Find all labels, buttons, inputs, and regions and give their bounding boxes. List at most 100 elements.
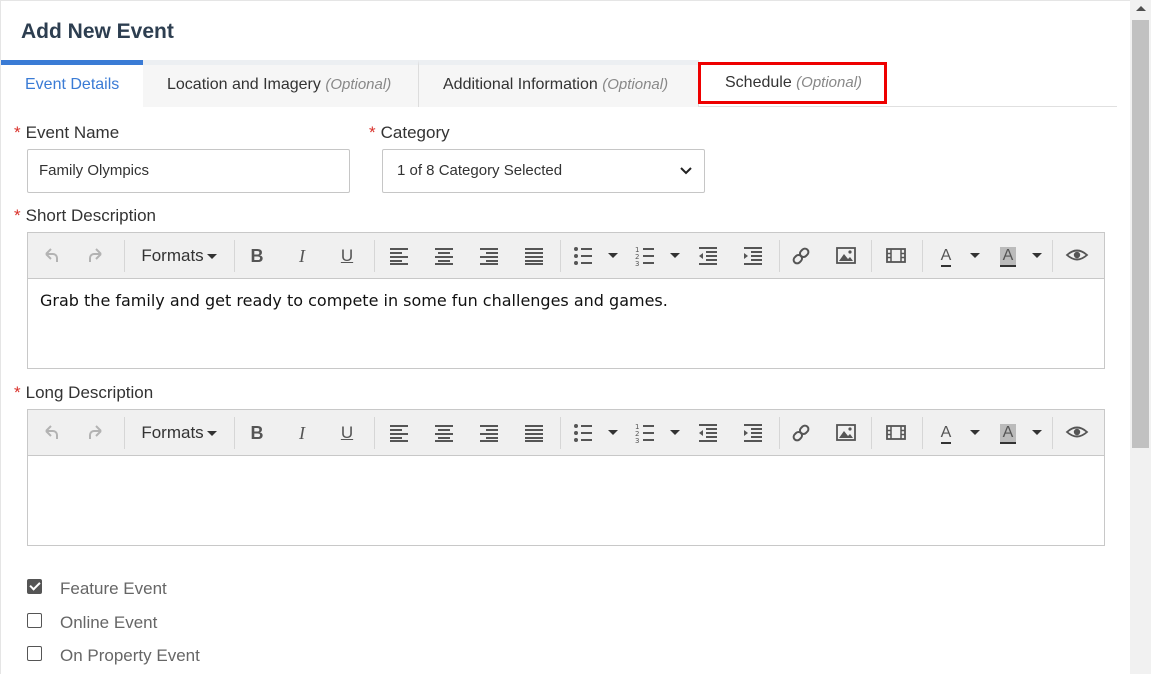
scrollbar-thumb[interactable] xyxy=(1132,20,1149,448)
bold-icon[interactable]: B xyxy=(244,233,270,279)
align-justify-icon[interactable] xyxy=(521,233,547,279)
background-color-glyph: A xyxy=(999,247,1017,267)
tab-event-details[interactable]: Event Details xyxy=(1,60,143,107)
media-icon[interactable] xyxy=(883,410,909,456)
editor-toolbar: Formats B I U 123 A A xyxy=(28,233,1104,279)
category-select-value: 1 of 8 Category Selected xyxy=(397,162,563,179)
font-color-caret-icon[interactable] xyxy=(966,233,980,279)
align-center-icon[interactable] xyxy=(431,233,457,279)
page-title: Add New Event xyxy=(21,20,174,43)
font-color-caret-icon[interactable] xyxy=(966,410,980,456)
numbered-list-caret-icon[interactable] xyxy=(666,410,680,456)
long-description-editor: Formats B I U 123 A A xyxy=(27,409,1105,546)
required-marker: * xyxy=(369,123,376,142)
bullet-list-caret-icon[interactable] xyxy=(604,410,618,456)
long-description-label-text: Long Description xyxy=(25,383,154,402)
preview-eye-icon[interactable] xyxy=(1064,410,1090,456)
tab-label: Event Details xyxy=(25,76,120,93)
redo-icon[interactable] xyxy=(83,233,109,279)
event-name-input[interactable]: Family Olympics xyxy=(27,149,350,193)
image-icon[interactable] xyxy=(833,410,859,456)
editor-toolbar: Formats B I U 123 A A xyxy=(28,410,1104,456)
background-color-icon[interactable]: A xyxy=(996,233,1020,279)
link-icon[interactable] xyxy=(788,410,814,456)
formats-label: Formats xyxy=(141,423,204,442)
feature-event-checkbox[interactable] xyxy=(27,579,42,594)
tab-optional-note: (Optional) xyxy=(796,74,863,91)
long-description-label: * Long Description xyxy=(14,383,153,403)
required-marker: * xyxy=(14,383,21,402)
on-property-event-checkbox[interactable] xyxy=(27,646,42,661)
font-color-glyph: A xyxy=(940,424,952,444)
align-left-icon[interactable] xyxy=(386,233,412,279)
align-justify-icon[interactable] xyxy=(521,410,547,456)
indent-icon[interactable] xyxy=(740,410,766,456)
outdent-icon[interactable] xyxy=(695,233,721,279)
outdent-icon[interactable] xyxy=(695,410,721,456)
background-color-caret-icon[interactable] xyxy=(1028,233,1042,279)
online-event-label: Online Event xyxy=(60,613,158,632)
tab-optional-note: (Optional) xyxy=(325,76,392,93)
tab-label: Schedule xyxy=(725,74,792,91)
short-description-editor: Formats B I U 123 A A Grab the family an… xyxy=(27,232,1105,369)
bullet-list-icon[interactable] xyxy=(570,410,596,456)
short-description-label-text: Short Description xyxy=(25,206,157,225)
short-description-content[interactable]: Grab the family and get ready to compete… xyxy=(40,291,668,310)
align-right-icon[interactable] xyxy=(476,233,502,279)
svg-text:3: 3 xyxy=(635,437,639,445)
image-icon[interactable] xyxy=(833,233,859,279)
font-color-icon[interactable]: A xyxy=(934,410,958,456)
category-label: * Category xyxy=(369,123,450,143)
tab-label: Additional Information xyxy=(443,76,598,93)
caret-down-icon xyxy=(206,431,217,437)
page-edge xyxy=(1151,0,1163,674)
underline-icon[interactable]: U xyxy=(334,410,360,456)
italic-icon[interactable]: I xyxy=(289,410,315,456)
bullet-list-caret-icon[interactable] xyxy=(604,233,618,279)
undo-icon[interactable] xyxy=(38,233,64,279)
italic-icon[interactable]: I xyxy=(289,233,315,279)
link-icon[interactable] xyxy=(788,233,814,279)
underline-icon[interactable]: U xyxy=(334,233,360,279)
bullet-list-icon[interactable] xyxy=(570,233,596,279)
tab-optional-note: (Optional) xyxy=(602,76,669,93)
tab-schedule[interactable]: Schedule (Optional) xyxy=(698,62,887,104)
caret-down-icon xyxy=(206,254,217,260)
background-color-glyph: A xyxy=(999,424,1017,444)
scroll-up-arrow-icon[interactable] xyxy=(1136,6,1146,11)
background-color-icon[interactable]: A xyxy=(996,410,1020,456)
media-icon[interactable] xyxy=(883,233,909,279)
indent-icon[interactable] xyxy=(740,233,766,279)
numbered-list-icon[interactable]: 123 xyxy=(632,410,658,456)
required-marker: * xyxy=(14,206,21,225)
background-color-caret-icon[interactable] xyxy=(1028,410,1042,456)
numbered-list-caret-icon[interactable] xyxy=(666,233,680,279)
event-name-label: * Event Name xyxy=(14,123,119,143)
align-left-icon[interactable] xyxy=(386,410,412,456)
redo-icon[interactable] xyxy=(83,410,109,456)
event-name-label-text: Event Name xyxy=(25,123,120,142)
font-color-glyph: A xyxy=(940,247,952,267)
font-color-icon[interactable]: A xyxy=(934,233,958,279)
formats-dropdown[interactable]: Formats xyxy=(136,410,222,456)
tab-label: Location and Imagery xyxy=(167,76,321,93)
align-center-icon[interactable] xyxy=(431,410,457,456)
tab-strip: Event Details Location and Imagery (Opti… xyxy=(1,60,1117,107)
chevron-down-icon xyxy=(680,150,692,192)
numbered-list-icon[interactable]: 123 xyxy=(632,233,658,279)
tab-additional-information[interactable]: Additional Information (Optional) xyxy=(419,60,699,107)
align-right-icon[interactable] xyxy=(476,410,502,456)
preview-eye-icon[interactable] xyxy=(1064,233,1090,279)
formats-dropdown[interactable]: Formats xyxy=(136,233,222,279)
add-event-modal: Add New Event Event Details Location and… xyxy=(0,0,1130,674)
bold-icon[interactable]: B xyxy=(244,410,270,456)
online-event-checkbox[interactable] xyxy=(27,613,42,628)
feature-event-label: Feature Event xyxy=(60,579,167,598)
tab-location-imagery[interactable]: Location and Imagery (Optional) xyxy=(143,60,419,107)
vertical-scrollbar[interactable] xyxy=(1130,0,1151,674)
short-description-label: * Short Description xyxy=(14,206,156,226)
undo-icon[interactable] xyxy=(38,410,64,456)
category-select[interactable]: 1 of 8 Category Selected xyxy=(382,149,705,193)
required-marker: * xyxy=(14,123,21,142)
svg-text:3: 3 xyxy=(635,260,639,268)
